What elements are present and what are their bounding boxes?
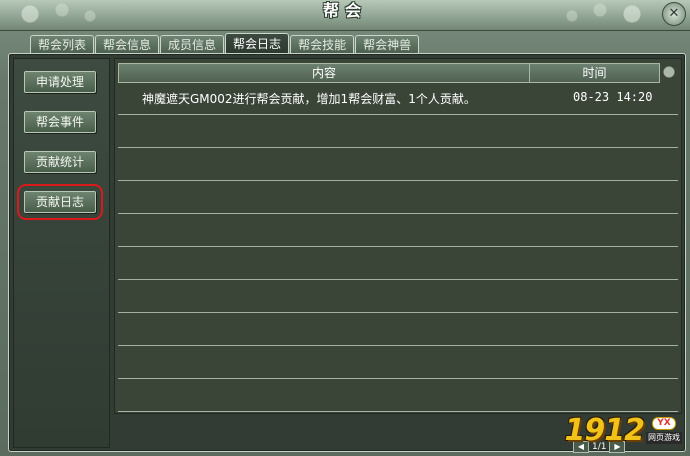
tab-bar: 帮会列表 帮会信息 成员信息 帮会日志 帮会技能 帮会神兽 bbox=[30, 33, 420, 54]
table-row bbox=[118, 379, 678, 412]
tab-guild-skills[interactable]: 帮会技能 bbox=[290, 35, 355, 54]
tab-guild-list[interactable]: 帮会列表 bbox=[30, 35, 95, 54]
contribution-log-button[interactable]: 贡献日志 bbox=[17, 184, 103, 220]
tab-guild-info[interactable]: 帮会信息 bbox=[95, 35, 160, 54]
table-row bbox=[118, 115, 678, 148]
watermark-number: 1912 bbox=[564, 412, 645, 448]
title-bar[interactable]: 帮会 ✕ bbox=[0, 0, 690, 31]
tab-member-info[interactable]: 成员信息 bbox=[160, 35, 225, 54]
close-button[interactable]: ✕ bbox=[662, 2, 686, 26]
table-row bbox=[118, 346, 678, 379]
column-header-time[interactable]: 时间 bbox=[530, 64, 659, 82]
table-row bbox=[118, 313, 678, 346]
tab-guild-beast[interactable]: 帮会神兽 bbox=[355, 35, 420, 54]
column-header-content[interactable]: 内容 bbox=[119, 64, 530, 82]
table-row[interactable]: 神魔遮天GM002进行帮会贡献，增加1帮会财富、1个人贡献。 08-23 14:… bbox=[118, 82, 678, 115]
table-row bbox=[118, 214, 678, 247]
tab-guild-log[interactable]: 帮会日志 bbox=[225, 33, 290, 54]
application-handling-button[interactable]: 申请处理 bbox=[24, 71, 96, 93]
site-watermark-logo: 1912 YX 网页游戏 bbox=[564, 410, 682, 450]
table-row bbox=[118, 148, 678, 181]
window-title: 帮会 bbox=[322, 1, 367, 20]
contribution-stats-button[interactable]: 贡献统计 bbox=[24, 151, 96, 173]
watermark-badge: YX bbox=[652, 416, 676, 430]
ornament-icon bbox=[661, 63, 681, 81]
table-row bbox=[118, 280, 678, 313]
table-row bbox=[118, 181, 678, 214]
log-entry-content: 神魔遮天GM002进行帮会贡献，增加1帮会财富、1个人贡献。 bbox=[142, 92, 476, 106]
guild-window: 帮会 ✕ 帮会列表 帮会信息 成员信息 帮会日志 帮会技能 帮会神兽 申请处理 … bbox=[0, 0, 690, 456]
log-table-header: 内容 时间 bbox=[118, 63, 660, 83]
log-entry-time: 08-23 14:20 bbox=[573, 90, 653, 104]
log-rows: 神魔遮天GM002进行帮会贡献，增加1帮会财富、1个人贡献。 08-23 14:… bbox=[118, 82, 678, 412]
table-row bbox=[118, 247, 678, 280]
log-category-sidebar: 申请处理 帮会事件 贡献统计 贡献日志 bbox=[13, 58, 110, 448]
watermark-label: 网页游戏 bbox=[646, 431, 682, 444]
guild-events-button[interactable]: 帮会事件 bbox=[24, 111, 96, 133]
log-table: 内容 时间 神魔遮天GM002进行帮会贡献，增加1帮会财富、1个人贡献。 08-… bbox=[114, 58, 682, 414]
